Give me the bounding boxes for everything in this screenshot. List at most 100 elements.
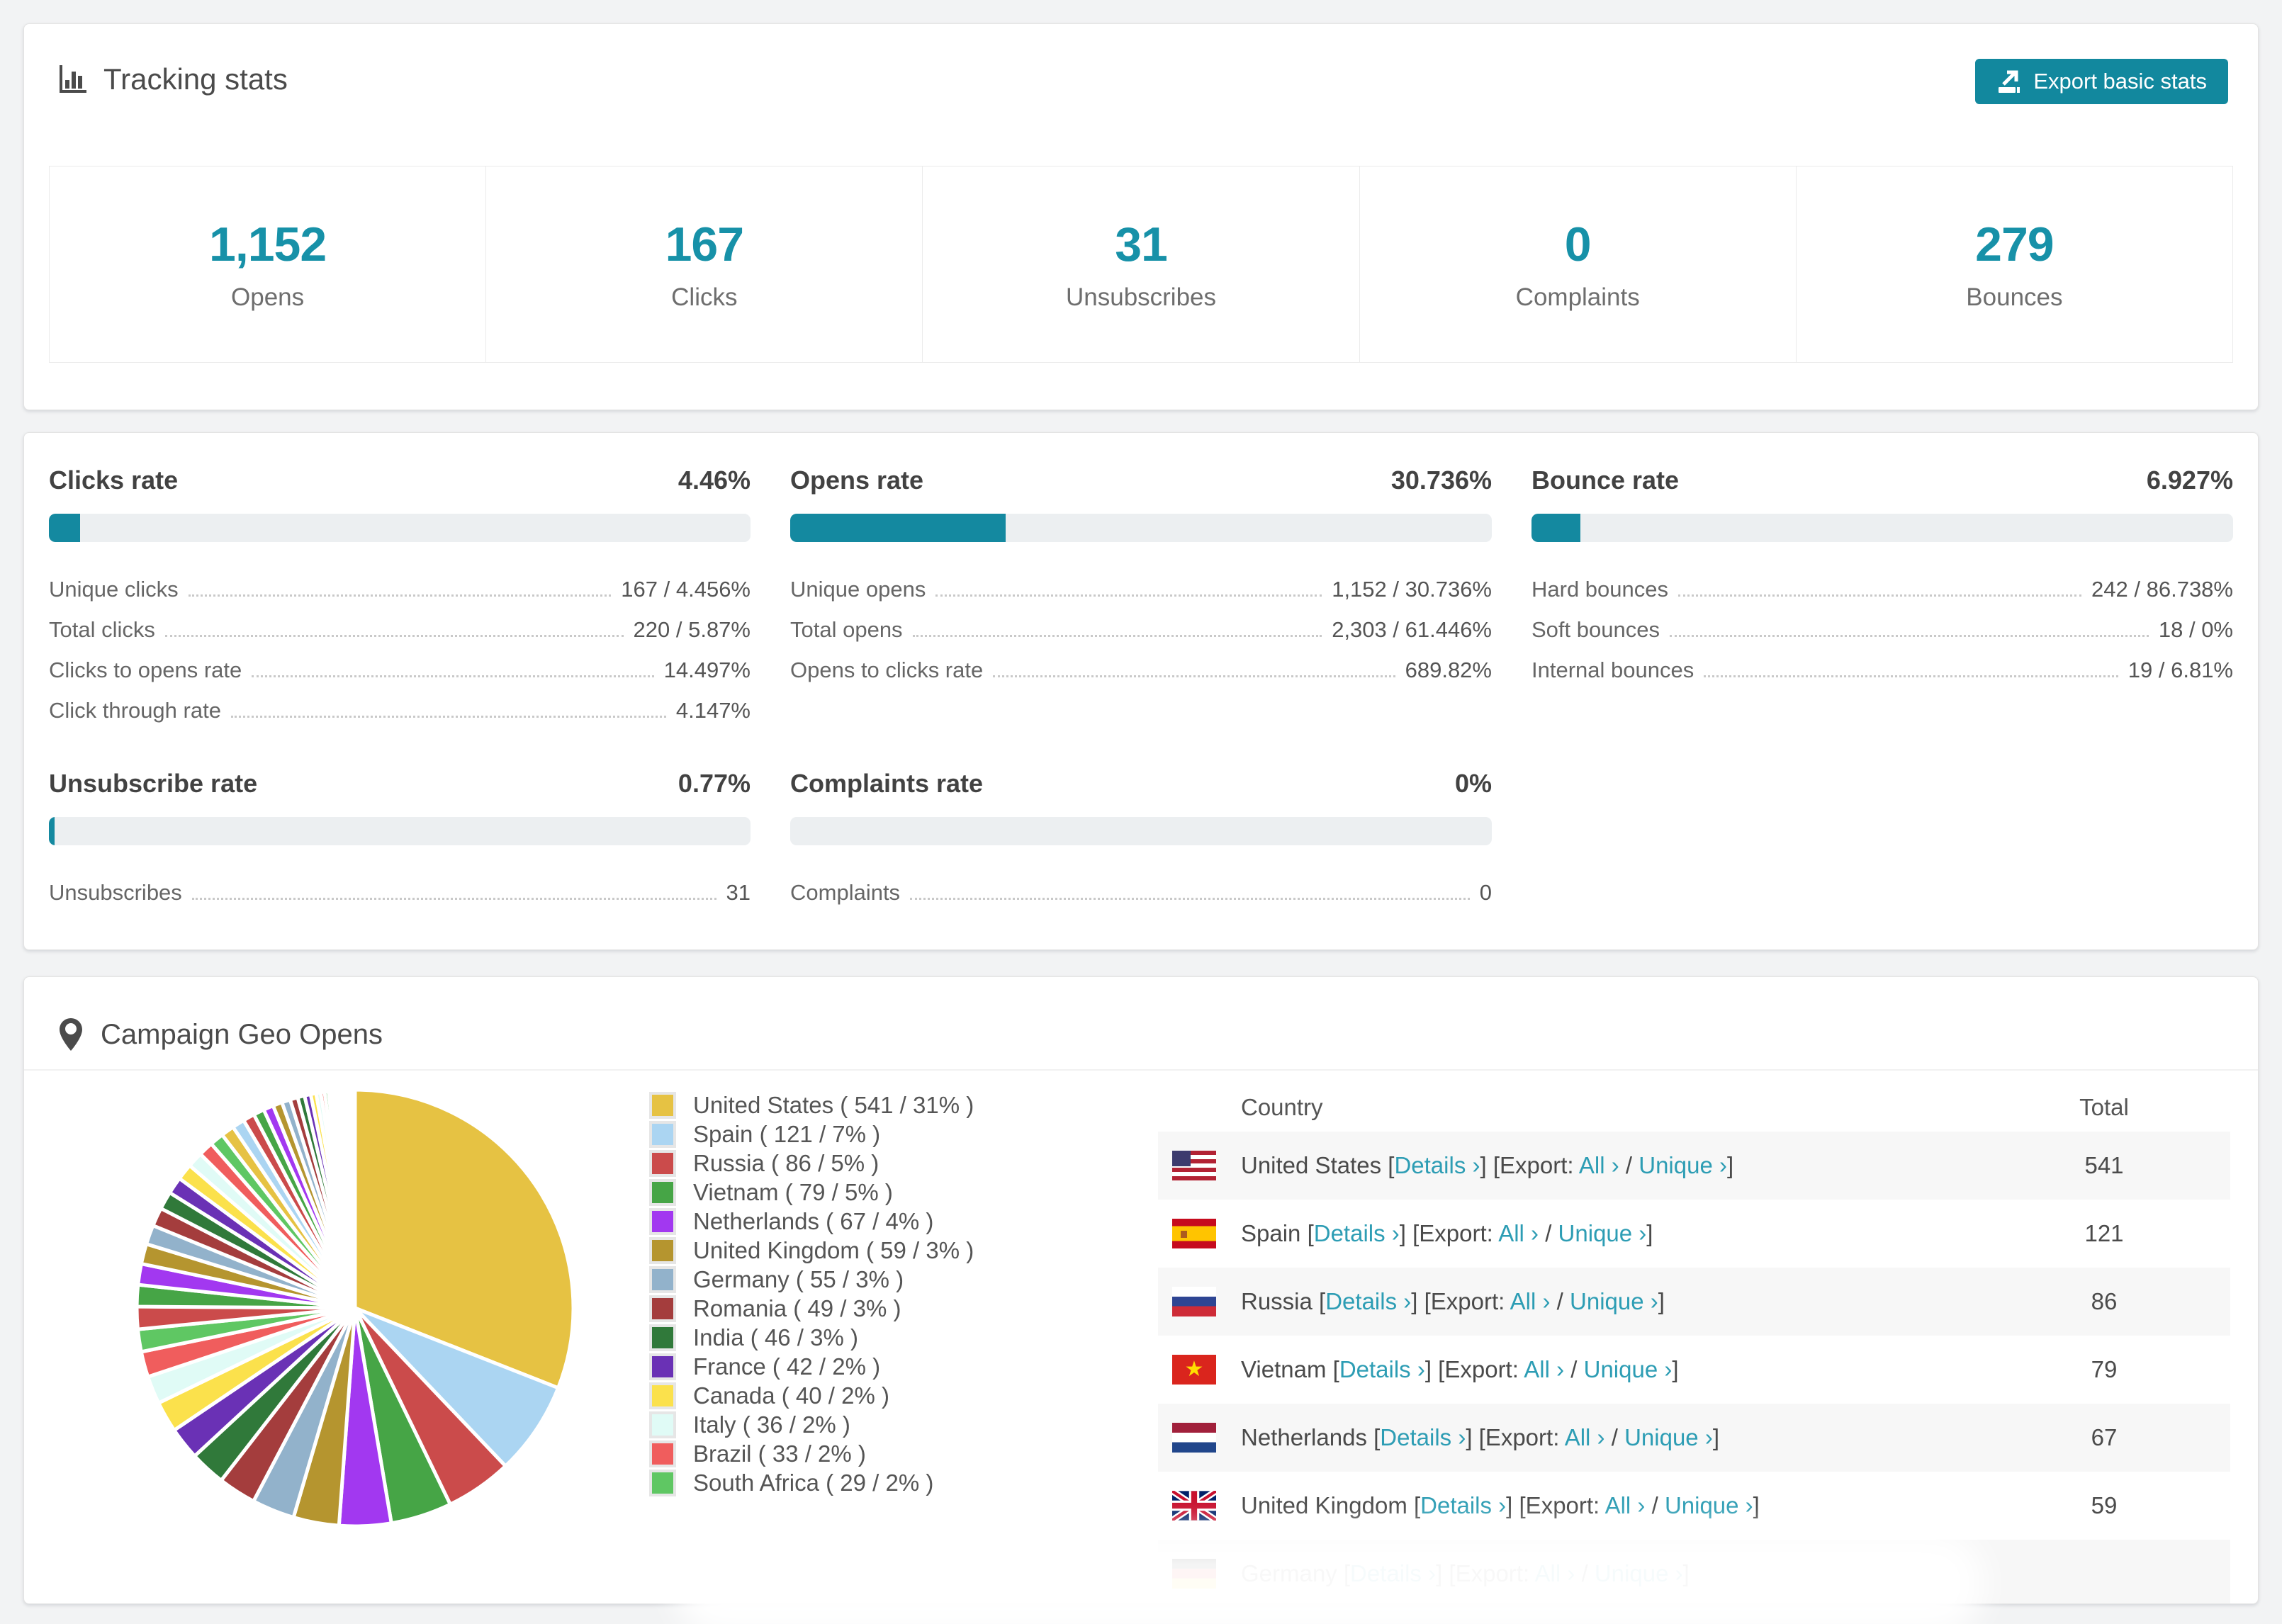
summary-tile-complaints: 0 Complaints [1359,166,1797,363]
country-name: Spain [ [1241,1220,1314,1246]
details-link[interactable]: Details › [1394,1152,1480,1178]
legend-item-netherlands[interactable]: Netherlands ( 67 / 4% ) [649,1207,974,1236]
tracking-stats-header: Tracking stats [57,62,288,96]
legend-item-spain[interactable]: Spain ( 121 / 7% ) [649,1120,974,1149]
us-flag-icon [1172,1151,1216,1180]
export-label: ] [Export: [1399,1220,1499,1246]
export-label: ] [Export: [1506,1492,1605,1518]
legend-item-canada[interactable]: Canada ( 40 / 2% ) [649,1381,974,1410]
geo-table: Country Total United States [Details ›] … [1158,1083,2230,1603]
total-column-header: Total [2079,1094,2129,1120]
legend-swatch [649,1178,676,1206]
rate-detail-row: Clicks to opens rate 14.497% [49,658,751,682]
rate-block-bounce-rate: Bounce rate 6.927% Hard bounces 242 / 86.73… [1531,466,2233,725]
summary-label: Bounces [1966,283,2063,311]
export-unique-link[interactable]: Unique › [1665,1492,1753,1518]
pie-slice [352,1088,357,1310]
country-name: United Kingdom [ [1241,1492,1421,1518]
dotted-leader [1669,635,2149,637]
legend-label: Russia ( 86 / 5% ) [693,1149,879,1176]
dotted-leader [1704,675,2118,677]
summary-label: Opens [231,283,305,311]
export-all-link[interactable]: All › [1510,1288,1551,1314]
details-link[interactable]: Details › [1339,1356,1425,1382]
rate-progress-bar [1531,514,2233,542]
legend-swatch [649,1469,676,1496]
geo-table-row-us: United States [Details ›] [Export: All ›… [1158,1132,2230,1200]
rate-title: Complaints rate [790,769,984,798]
legend-swatch [649,1236,676,1264]
export-unique-link[interactable]: Unique › [1624,1424,1713,1450]
rate-block-opens-rate: Opens rate 30.736% Unique opens 1,152 / 30.… [790,466,1492,725]
legend-item-united-kingdom[interactable]: United Kingdom ( 59 / 3% ) [649,1236,974,1265]
summary-label: Clicks [671,283,738,311]
rate-value: 30.736% [1390,466,1492,495]
dotted-leader [191,898,716,900]
export-unique-link[interactable]: Unique › [1639,1152,1727,1178]
rate-title: Opens rate [790,466,924,495]
rate-value: 0.77% [678,769,751,798]
separator: / [1550,1288,1570,1314]
export-all-link[interactable]: All › [1498,1220,1539,1246]
legend-label: United Kingdom ( 59 / 3% ) [693,1236,974,1263]
legend-label: United States ( 541 / 31% ) [693,1091,974,1118]
legend-item-brazil[interactable]: Brazil ( 33 / 2% ) [649,1439,974,1468]
rate-progress-fill [790,514,1006,542]
bracket: ] [1658,1288,1665,1314]
legend-label: India ( 46 / 3% ) [693,1324,858,1350]
export-icon [1999,70,2020,93]
vn-flag-icon [1172,1355,1216,1385]
legend-item-italy[interactable]: Italy ( 36 / 2% ) [649,1410,974,1439]
rate-progress-fill [49,817,55,845]
export-label: ] [Export: [1424,1356,1524,1382]
export-all-link[interactable]: All › [1579,1152,1619,1178]
export-basic-stats-button[interactable]: Export basic stats [1975,59,2228,104]
legend-item-france[interactable]: France ( 42 / 2% ) [649,1352,974,1381]
total-cell: 541 [2084,1152,2124,1178]
export-unique-link[interactable]: Unique › [1570,1288,1658,1314]
bottom-overlay [673,1530,1984,1624]
legend-swatch [649,1411,676,1438]
rate-progress-bar [790,514,1492,542]
details-link[interactable]: Details › [1314,1220,1400,1246]
bracket: ] [1646,1220,1653,1246]
legend-item-germany[interactable]: Germany ( 55 / 3% ) [649,1265,974,1294]
rate-detail-row: Soft bounces 18 / 0% [1531,617,2233,642]
legend-swatch [649,1265,676,1293]
legend-swatch [649,1149,676,1177]
legend-label: Germany ( 55 / 3% ) [693,1265,904,1292]
rate-progress-bar [49,514,751,542]
export-button-label: Export basic stats [2033,69,2207,94]
rates-card: Clicks rate 4.46% Unique clicks 167 / 4.456… [23,432,2259,950]
legend-item-south-africa[interactable]: South Africa ( 29 / 2% ) [649,1468,974,1497]
geo-opens-title: Campaign Geo Opens [101,1018,383,1050]
dotted-leader [188,594,612,597]
legend-item-romania[interactable]: Romania ( 49 / 3% ) [649,1294,974,1323]
summary-tile-unsubscribes: 31 Unsubscribes [922,166,1360,363]
details-link[interactable]: Details › [1325,1288,1411,1314]
dotted-leader [912,635,1322,637]
legend-swatch [649,1353,676,1380]
dotted-leader [993,675,1395,677]
rate-block-unsubscribe-rate: Unsubscribe rate 0.77% Unsubscribes 31 [49,769,751,907]
legend-item-russia[interactable]: Russia ( 86 / 5% ) [649,1149,974,1178]
legend-label: Romania ( 49 / 3% ) [693,1295,901,1321]
legend-item-vietnam[interactable]: Vietnam ( 79 / 5% ) [649,1178,974,1207]
export-all-link[interactable]: All › [1524,1356,1564,1382]
details-link[interactable]: Details › [1420,1492,1506,1518]
dotted-leader [1678,594,2082,597]
rate-progress-bar [790,817,1492,845]
export-unique-link[interactable]: Unique › [1558,1220,1647,1246]
export-all-link[interactable]: All › [1605,1492,1646,1518]
geo-table-row-gb: United Kingdom [Details ›] [Export: All … [1158,1472,2230,1540]
legend-item-united-states[interactable]: United States ( 541 / 31% ) [649,1090,974,1120]
export-label: ] [Export: [1480,1152,1579,1178]
legend-item-india[interactable]: India ( 46 / 3% ) [649,1323,974,1352]
rate-progress-fill [1531,514,1580,542]
legend-label: South Africa ( 29 / 2% ) [693,1469,934,1496]
summary-tile-bounces: 279 Bounces [1795,166,2234,363]
export-unique-link[interactable]: Unique › [1584,1356,1673,1382]
export-all-link[interactable]: All › [1565,1424,1605,1450]
summary-tile-clicks: 167 Clicks [485,166,923,363]
details-link[interactable]: Details › [1380,1424,1466,1450]
